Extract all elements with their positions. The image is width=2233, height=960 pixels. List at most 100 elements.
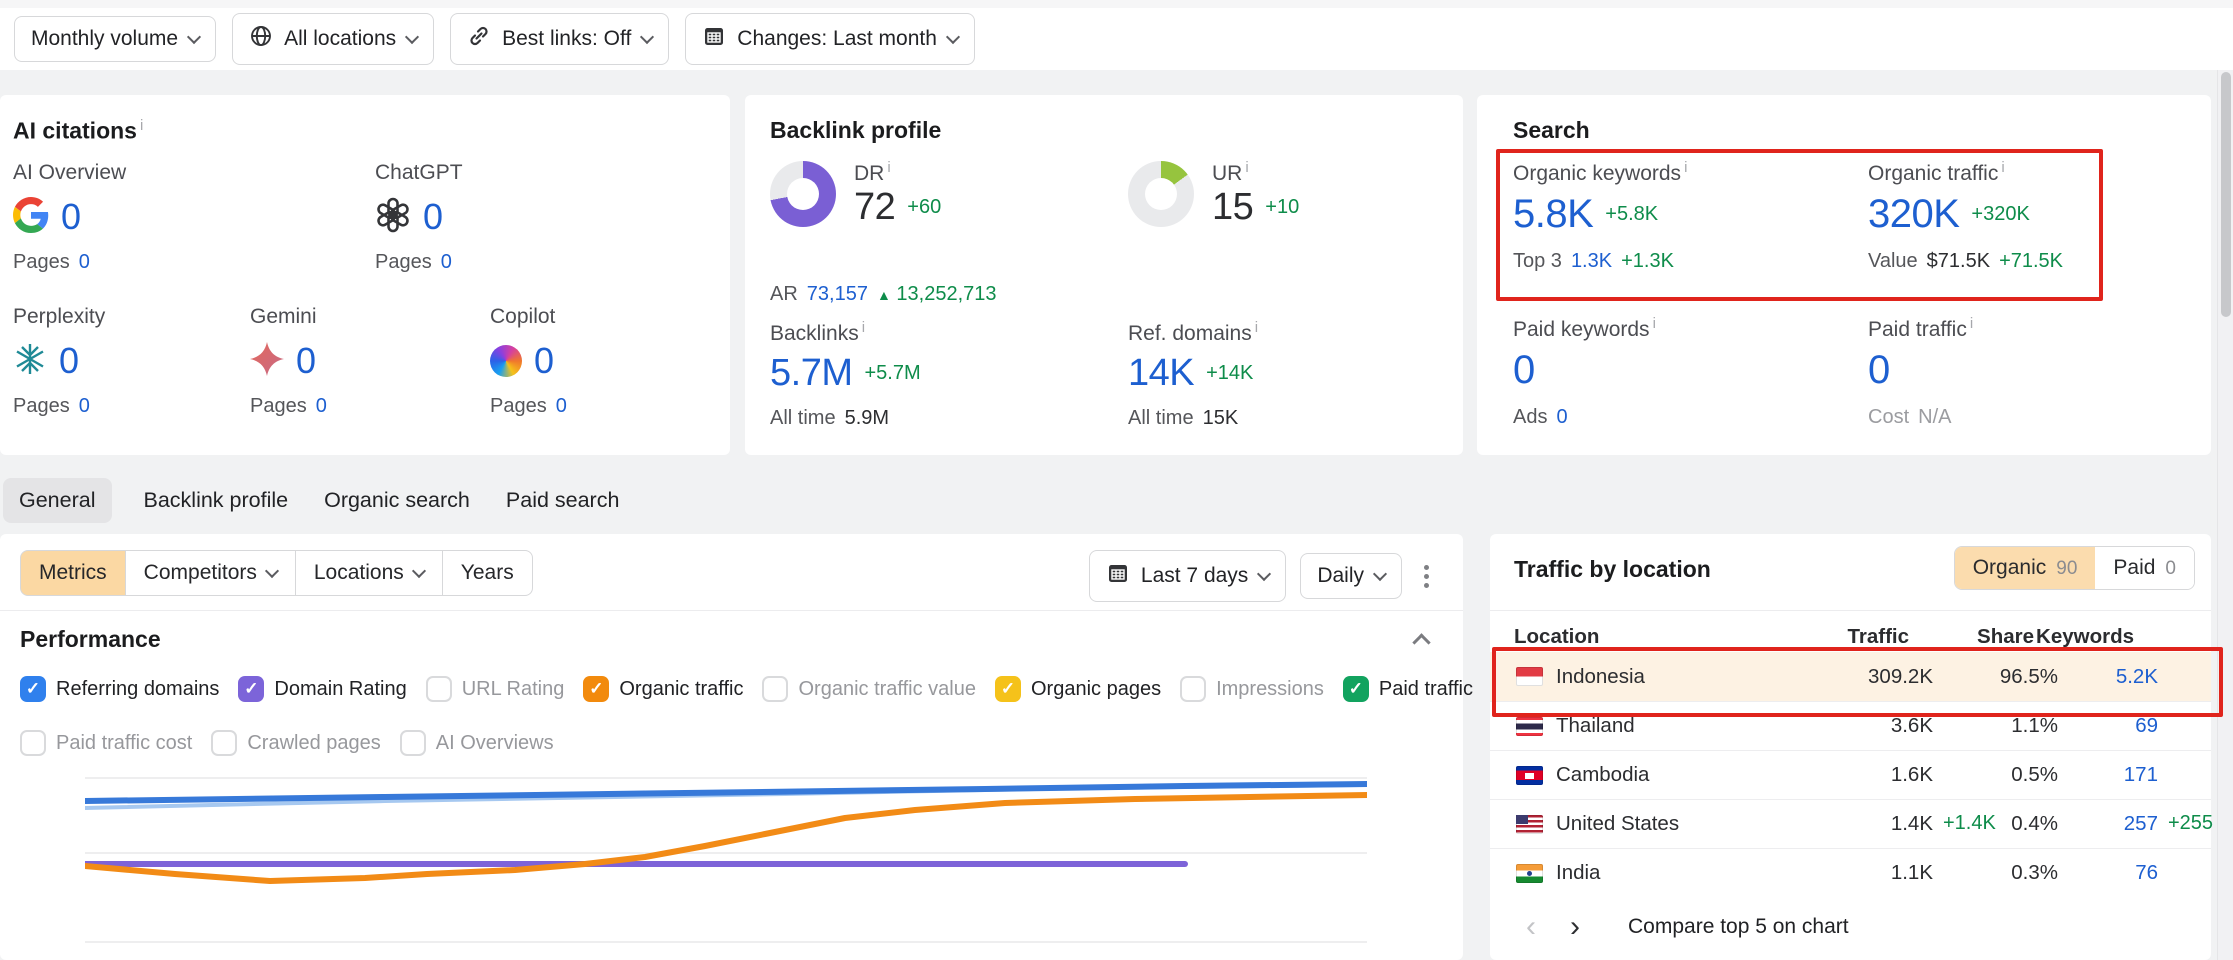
table-row-indonesia[interactable]: Indonesia 309.2K 96.5% 5.2K [1490, 652, 2211, 701]
metric-checkbox-impressions[interactable]: Impressions [1180, 676, 1324, 702]
metric-checkbox-paid-traffic-cost[interactable]: Paid traffic cost [20, 730, 192, 756]
globe-icon [249, 24, 273, 54]
copilot-pages-link[interactable]: 0 [556, 395, 567, 418]
backlinks-alltime: 5.9M [845, 407, 889, 430]
pager-prev-icon[interactable]: ‹ [1526, 912, 1536, 942]
organic-keywords-delta: +5.8K [1605, 203, 1658, 226]
metric-checkbox-crawled-pages[interactable]: Crawled pages [211, 730, 380, 756]
metric-checkbox-organic-traffic-value[interactable]: Organic traffic value [762, 676, 976, 702]
engine-chatgpt: ChatGPT 0 Pages0 [375, 161, 605, 274]
info-icon[interactable]: i [1255, 319, 1258, 336]
toggle-paid[interactable]: Paid 0 [2095, 547, 2194, 589]
gemini-icon [250, 342, 284, 381]
info-icon[interactable]: i [1970, 315, 1973, 332]
all-locations-dropdown[interactable]: All locations [232, 13, 434, 65]
metric-checkbox-organic-pages[interactable]: ✓Organic pages [995, 676, 1161, 702]
checkbox-unchecked-icon [400, 730, 426, 756]
table-row-india[interactable]: India 1.1K 0.3% 76 [1490, 848, 2211, 897]
best-links-dropdown[interactable]: Best links: Off [450, 13, 669, 65]
us-keywords-link[interactable]: 257 [2124, 812, 2158, 835]
tab-organic-search[interactable]: Organic search [320, 478, 474, 523]
copilot-count[interactable]: 0 [534, 340, 554, 382]
ref-domains-value-link[interactable]: 14K [1128, 352, 1194, 395]
ai-citations-card: AI citationsi AI Overview 0 Pages0 ChatG… [0, 95, 730, 455]
paid-traffic-block: Paid traffici 0 CostN/A [1868, 315, 1973, 429]
table-row-united-states[interactable]: United States 1.4K+1.4K 0.4% 257+255 [1490, 799, 2211, 848]
engine-perplexity: Perplexity 0 Pages0 [13, 305, 243, 418]
compare-top5-button[interactable]: Compare top 5 on chart [1628, 915, 1849, 939]
backlinks-value-link[interactable]: 5.7M [770, 352, 852, 395]
organic-traffic-value-link[interactable]: 320K [1868, 192, 1959, 237]
monthly-volume-dropdown[interactable]: Monthly volume [14, 16, 216, 62]
info-icon[interactable]: i [1653, 315, 1656, 332]
location-table-header: Location Traffic Share Keywords [1514, 622, 2134, 652]
ref-domains-delta: +14K [1206, 362, 1253, 385]
metric-checkbox-domain-rating[interactable]: ✓Domain Rating [238, 676, 406, 702]
checkbox-unchecked-icon [20, 730, 46, 756]
table-row-cambodia[interactable]: Cambodia 1.6K 0.5% 171 [1490, 750, 2211, 799]
thailand-keywords-link[interactable]: 69 [2135, 714, 2158, 737]
ref-domains-block: Ref. domainsi 14K+14K All time15K [1128, 319, 1258, 430]
chatgpt-count[interactable]: 0 [423, 196, 443, 238]
backlink-profile-title: Backlink profile [770, 117, 941, 144]
metric-checkbox-paid-traffic[interactable]: ✓Paid traffic [1343, 676, 1473, 702]
cambodia-keywords-link[interactable]: 171 [2124, 763, 2158, 786]
ur-value: 15 [1212, 186, 1253, 229]
metric-checkbox-ai-overviews[interactable]: AI Overviews [400, 730, 554, 756]
locations-segment[interactable]: Locations [295, 550, 443, 596]
paid-keywords-block: Paid keywordsi 0 Ads0 [1513, 315, 1656, 429]
metric-checkbox-url-rating[interactable]: URL Rating [426, 676, 565, 702]
page-scrollbar-thumb[interactable] [2221, 72, 2231, 317]
checkbox-unchecked-icon [211, 730, 237, 756]
tab-general[interactable]: General [3, 478, 112, 523]
info-icon[interactable]: i [887, 159, 890, 176]
dr-value: 72 [854, 186, 895, 229]
table-row-thailand[interactable]: Thailand 3.6K 1.1% 69 [1490, 701, 2211, 750]
dr-delta: +60 [907, 196, 941, 219]
search-title: Search [1513, 117, 1590, 144]
backlink-profile-card: Backlink profile DRi 72+60 URi 15+10 AR … [745, 95, 1463, 455]
ads-value-link[interactable]: 0 [1556, 406, 1567, 429]
changes-dropdown[interactable]: Changes: Last month [685, 13, 975, 65]
page-scrollbar-track[interactable] [2217, 70, 2233, 960]
indonesia-keywords-link[interactable]: 5.2K [2116, 665, 2158, 688]
gemini-pages-link[interactable]: 0 [316, 395, 327, 418]
pager-next-icon[interactable]: › [1570, 912, 1580, 942]
top3-value-link[interactable]: 1.3K [1571, 250, 1612, 273]
info-icon[interactable]: i [2001, 159, 2004, 176]
checkbox-checked-icon: ✓ [583, 676, 609, 702]
link-icon [467, 24, 491, 54]
metric-checkbox-row-1: ✓Referring domains ✓Domain Rating URL Rati… [20, 676, 1473, 702]
ai-overview-pages-link[interactable]: 0 [79, 251, 90, 274]
metrics-segment[interactable]: Metrics [20, 550, 126, 596]
tab-backlink-profile[interactable]: Backlink profile [140, 478, 293, 523]
ar-value-link[interactable]: 73,157 [807, 283, 868, 306]
paid-traffic-value-link[interactable]: 0 [1868, 348, 1890, 393]
info-icon[interactable]: i [140, 117, 143, 134]
perplexity-icon [13, 342, 47, 381]
india-keywords-link[interactable]: 76 [2135, 861, 2158, 884]
info-icon[interactable]: i [1684, 159, 1687, 176]
metric-checkbox-referring-domains[interactable]: ✓Referring domains [20, 676, 219, 702]
gemini-count[interactable]: 0 [296, 340, 316, 382]
granularity-dropdown[interactable]: Daily [1300, 553, 1402, 599]
metric-checkbox-organic-traffic[interactable]: ✓Organic traffic [583, 676, 743, 702]
info-icon[interactable]: i [1245, 159, 1248, 176]
all-locations-label: All locations [284, 27, 396, 51]
ai-overview-count[interactable]: 0 [61, 196, 81, 238]
tab-paid-search[interactable]: Paid search [502, 478, 624, 523]
perplexity-pages-link[interactable]: 0 [79, 395, 90, 418]
collapse-chevron-up-icon[interactable] [1412, 633, 1430, 651]
paid-keywords-value-link[interactable]: 0 [1513, 348, 1535, 393]
toggle-organic[interactable]: Organic 90 [1955, 547, 2096, 589]
more-options-kebab-icon[interactable] [1416, 557, 1437, 596]
paid-count: 0 [2165, 558, 2176, 580]
info-icon[interactable]: i [862, 319, 865, 336]
date-range-dropdown[interactable]: Last 7 days [1089, 550, 1286, 602]
perplexity-count[interactable]: 0 [59, 340, 79, 382]
chevron-down-icon [946, 29, 960, 43]
chatgpt-pages-link[interactable]: 0 [441, 251, 452, 274]
years-segment[interactable]: Years [442, 550, 533, 596]
organic-keywords-value-link[interactable]: 5.8K [1513, 192, 1593, 237]
competitors-segment[interactable]: Competitors [125, 550, 296, 596]
